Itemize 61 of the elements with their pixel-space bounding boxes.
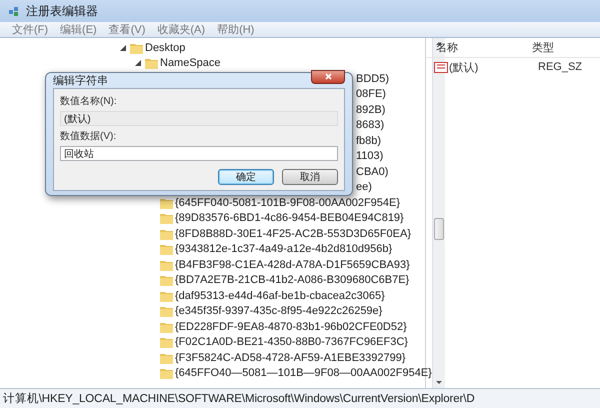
folder-icon: [130, 42, 143, 54]
folder-icon: [160, 228, 173, 240]
tree-item[interactable]: 892B): [356, 104, 386, 116]
column-header[interactable]: 名称: [436, 40, 532, 55]
collapse-arrow-icon[interactable]: [135, 60, 141, 66]
tree-item[interactable]: 08FE): [356, 88, 386, 100]
scroll-thumb[interactable]: [434, 218, 444, 240]
tree-item[interactable]: {F02C1A0D-BE21-4350-88B0-7367FC96EF3C}: [175, 336, 408, 348]
folder-icon: [160, 352, 173, 364]
ok-button[interactable]: 确定: [218, 169, 274, 185]
string-value-icon: [434, 62, 448, 72]
tree-item[interactable]: {9343812e-1c37-4a49-a12e-4b2d810d956b}: [175, 243, 392, 256]
tree-item[interactable]: Desktop: [145, 42, 186, 54]
field-label: 数值名称(N):: [60, 95, 118, 108]
folder-icon: [160, 274, 173, 286]
tree-item[interactable]: {645FF040-5081-101B-9F08-00AA002F954E}: [175, 196, 400, 209]
close-button[interactable]: [311, 70, 345, 84]
value-data-field[interactable]: 回收站: [60, 146, 338, 161]
folder-icon: [160, 305, 173, 318]
folder-icon: [160, 196, 173, 209]
menu-item[interactable]: 帮助(H): [217, 22, 254, 37]
field-label: 数值数据(V):: [60, 130, 118, 143]
value-name-field[interactable]: (默认): [60, 111, 338, 126]
tree-item[interactable]: 1103): [356, 150, 384, 162]
close-icon: [324, 73, 332, 80]
folder-icon: [160, 320, 173, 333]
collapse-arrow-icon[interactable]: [120, 44, 126, 51]
tree-item[interactable]: {daf95313-e44d-46af-be1b-cbacea2c3065}: [175, 290, 385, 302]
folder-icon: [160, 367, 173, 380]
tree-item[interactable]: {ED228FDF-9EA8-4870-83b1-96b02CFE0D52}: [175, 320, 407, 333]
menu-item[interactable]: 查看(V): [108, 22, 146, 37]
tree-item[interactable]: CBA0): [356, 166, 388, 178]
menu-item[interactable]: 文件(F): [12, 22, 48, 37]
window-title: 注册表编辑器: [26, 2, 98, 20]
folder-icon: [160, 258, 173, 271]
tree-item[interactable]: {89D83576-6BD1-4c86-9454-BEB04E94C819}: [175, 212, 404, 224]
tree-item[interactable]: BDD5): [356, 72, 390, 85]
tree-item[interactable]: fb8b): [356, 134, 382, 147]
tree-item[interactable]: {B4FB3F98-C1EA-428d-A78A-D1F5659CBA93}: [175, 258, 410, 271]
dialog-title: 编辑字符串: [53, 74, 108, 88]
cancel-button[interactable]: 取消: [282, 169, 338, 185]
value-type: REG_SZ: [538, 61, 584, 73]
folder-icon: [145, 57, 158, 70]
column-header[interactable]: 类型: [532, 40, 592, 55]
menu-item[interactable]: 编辑(E): [60, 22, 97, 37]
registry-path: 计算机\HKEY_LOCAL_MACHINE\SOFTWARE\Microsoft\Windows\CurrentVersion\Explorer\D: [3, 392, 475, 406]
folder-icon: [160, 212, 173, 224]
folder-icon: [160, 290, 173, 302]
tree-item[interactable]: {e345f35f-9397-435c-8f95-4e922c26259e}: [175, 305, 382, 318]
registry-cubes-icon: [8, 5, 20, 17]
tree-item[interactable]: {645FFO40—5081—101B—9F08—00AA002F954E}: [175, 367, 432, 380]
tree-item[interactable]: 8683): [356, 119, 384, 132]
value-name[interactable]: (默认): [449, 60, 538, 74]
tree-item[interactable]: ee): [356, 181, 372, 194]
folder-icon: [160, 243, 173, 256]
menu-item[interactable]: 收藏夹(A): [157, 22, 206, 37]
folder-icon: [160, 336, 173, 348]
tree-item[interactable]: {F3F5824C-AD58-4728-AF59-A1EBE3392799}: [175, 352, 406, 364]
tree-item[interactable]: NameSpace: [160, 57, 221, 70]
tree-item[interactable]: {8FD8B88D-30E1-4F25-AC2B-553D3D65F0EA}: [175, 228, 412, 240]
tree-item[interactable]: {BD7A2E7B-21CB-41b2-A086-B309680C6B7E}: [175, 274, 410, 286]
